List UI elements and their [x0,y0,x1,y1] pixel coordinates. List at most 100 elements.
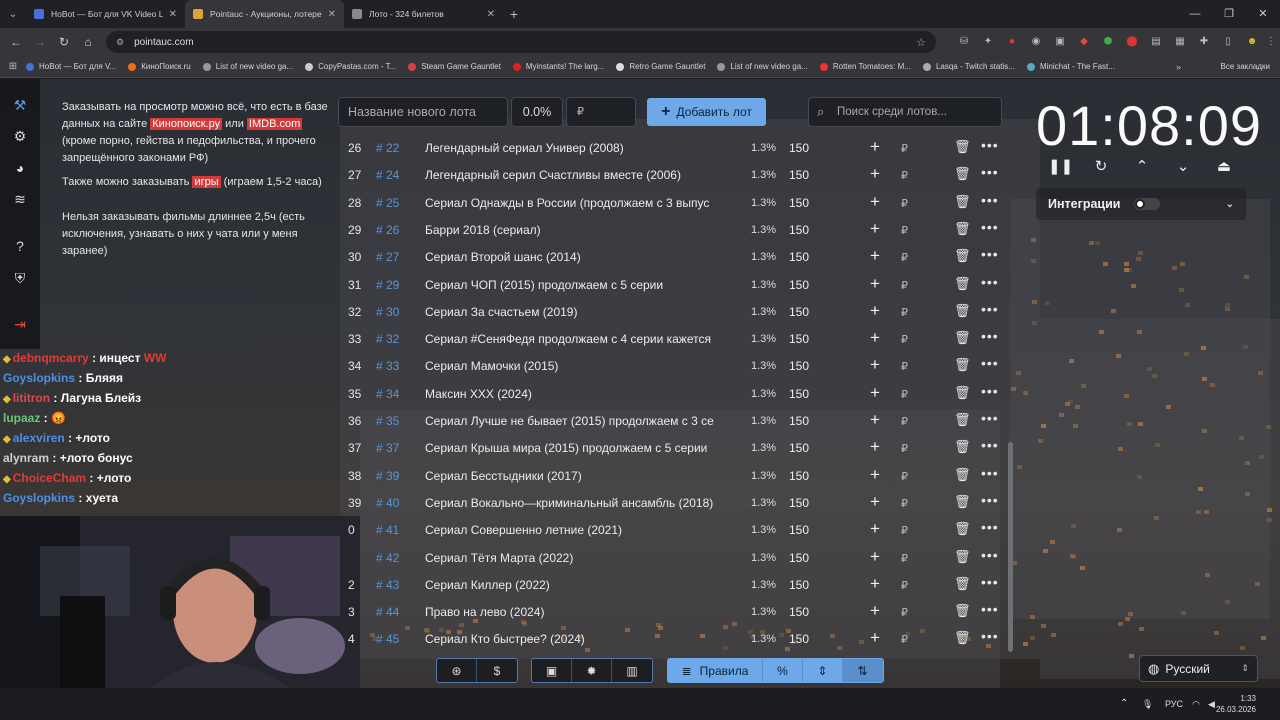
lot-name[interactable]: Сериал Бесстыдники (2017) [425,469,730,483]
delete-lot-icon[interactable]: 🗑 [954,276,971,292]
more-options-icon[interactable]: ••• [981,574,999,590]
chat-username[interactable]: lititron [13,391,50,405]
add-amount-icon[interactable]: + [870,355,880,375]
eject-icon[interactable]: ⏏ [1213,157,1235,175]
layers-icon[interactable]: ≋ [10,189,30,209]
donate-dollar-icon[interactable]: $ [477,659,517,682]
add-amount-icon[interactable]: + [870,246,880,266]
bookmark-item[interactable]: List of new video ga... [202,62,293,71]
browser-tab[interactable]: Лото - 324 билетов ✕ [344,0,503,28]
more-options-icon[interactable]: ••• [981,601,999,617]
lot-amount[interactable]: 150 [789,387,809,401]
delete-lot-icon[interactable]: 🗑 [954,412,971,428]
lot-amount[interactable]: 150 [789,223,809,237]
extension-icon[interactable]: ▣ [1049,28,1071,56]
more-options-icon[interactable]: ••• [981,492,999,508]
reset-timer-icon[interactable]: ↻ [1090,157,1112,175]
delete-lot-icon[interactable]: 🗑 [954,439,971,455]
shield-icon[interactable]: ⛨ [10,268,30,288]
extension-icon[interactable]: ▦ [1169,28,1191,56]
new-tab-button[interactable]: + [503,6,525,22]
lot-amount[interactable]: 150 [789,168,809,182]
lot-name[interactable]: Барри 2018 (сериал) [425,223,730,237]
chat-username[interactable]: alynram [3,451,49,465]
delete-lot-icon[interactable]: 🗑 [954,467,971,483]
lot-amount[interactable]: 150 [789,359,809,373]
lot-amount[interactable]: 150 [789,469,809,483]
add-amount-icon[interactable]: + [870,547,880,567]
wheel-pie-icon[interactable]: ◕ [10,158,30,178]
volume-icon[interactable]: ◀ [1208,688,1215,720]
delete-lot-icon[interactable]: 🗑 [954,221,971,237]
logout-icon[interactable]: ⇥ [10,314,30,334]
percent-input[interactable]: 0.0% [511,97,563,127]
save-icon[interactable]: ▣ [532,659,572,682]
chat-username[interactable]: debnqmcarry [13,351,89,365]
lot-amount[interactable]: 150 [789,551,809,565]
add-amount-icon[interactable]: + [870,519,880,539]
github-icon[interactable]: ⊛ [437,659,477,682]
close-window-icon[interactable]: ✕ [1246,0,1280,28]
lot-amount[interactable]: 150 [789,414,809,428]
more-options-icon[interactable]: ••• [981,274,999,290]
lot-amount[interactable]: 150 [789,250,809,264]
tab-search-icon[interactable]: ⌄ [0,0,26,28]
lot-name[interactable]: Сериал Кто быстрее? (2024) [425,632,730,646]
close-tab-icon[interactable]: ✕ [169,9,177,20]
forward-icon[interactable]: → [28,35,52,49]
bookmark-item[interactable]: HoBot — Бот для V... [26,62,116,71]
add-amount-icon[interactable]: + [870,410,880,430]
delete-lot-icon[interactable]: 🗑 [954,576,971,592]
site-info-icon[interactable]: ⚙ [116,37,124,48]
add-amount-icon[interactable]: + [870,628,880,648]
delete-lot-icon[interactable]: 🗑 [954,166,971,182]
sidebar-icon[interactable]: ▯ [1217,28,1239,56]
chat-username[interactable]: lupaaz [3,411,40,425]
extension-icon[interactable]: ● [1001,28,1023,56]
bookmark-star-icon[interactable]: ☆ [916,36,926,49]
lot-name[interactable]: Сериал Лучше не бывает (2015) продолжаем… [425,414,730,428]
lot-amount[interactable]: 150 [789,141,809,155]
lot-name[interactable]: Сериал Киллер (2022) [425,578,730,592]
add-amount-icon[interactable]: + [870,274,880,294]
amount-input[interactable]: ₽ [566,97,636,127]
delete-lot-icon[interactable]: 🗑 [954,385,971,401]
bookmark-item[interactable]: Steam Game Gauntlet [408,62,501,71]
browser-menu-icon[interactable]: ⋮ [1260,28,1280,56]
more-options-icon[interactable]: ••• [981,547,999,563]
integrations-toggle[interactable] [1134,198,1161,210]
lot-amount[interactable]: 150 [789,278,809,292]
lot-name[interactable]: Сериал За счастьем (2019) [425,305,730,319]
clear-lots-icon[interactable]: ▥ [612,659,652,682]
extension-icon[interactable]: ⛁ [953,28,975,56]
delete-lot-icon[interactable]: 🗑 [954,357,971,373]
bookmark-item[interactable]: List of new video ga... [717,62,808,71]
delete-lot-icon[interactable]: 🗑 [954,603,971,619]
more-options-icon[interactable]: ••• [981,410,999,426]
extension-icon[interactable]: ✦ [977,28,999,56]
bookmark-item[interactable]: CopyPastas.com - T... [305,62,396,71]
lot-name[interactable]: Легендарный серил Счастливы вместе (2006… [425,168,730,182]
lot-name[interactable]: Сериал Вокально—криминальный ансамбль (2… [425,496,730,510]
kinopoisk-link[interactable]: Кинопоиск.ру [150,118,223,130]
delete-lot-icon[interactable]: 🗑 [954,330,971,346]
home-icon[interactable]: ⌂ [76,35,100,49]
extension-icon[interactable]: ⬢ [1097,28,1119,56]
close-tab-icon[interactable]: ✕ [487,9,495,20]
back-icon[interactable]: ← [4,35,28,49]
extensions-puzzle-icon[interactable]: ✚ [1193,28,1215,56]
add-amount-icon[interactable]: + [870,137,880,157]
bookmark-item[interactable]: Myinstants! The larg... [512,62,604,71]
lot-name[interactable]: Сериал Совершенно летние (2021) [425,523,730,537]
percent-toggle-icon[interactable]: % [763,659,803,682]
more-options-icon[interactable]: ••• [981,383,999,399]
more-options-icon[interactable]: ••• [981,301,999,317]
delete-lot-icon[interactable]: 🗑 [954,248,971,264]
lot-name[interactable]: Право на лево (2024) [425,605,730,619]
microphone-icon[interactable]: 🎙 [1142,688,1153,720]
lot-amount[interactable]: 150 [789,632,809,646]
chat-username[interactable]: Goyslopkins [3,491,75,505]
reload-icon[interactable]: ↻ [52,35,76,49]
delete-lot-icon[interactable]: 🗑 [954,630,971,646]
lot-search-input[interactable]: ⌕ Поиск среди лотов... [808,97,1002,127]
